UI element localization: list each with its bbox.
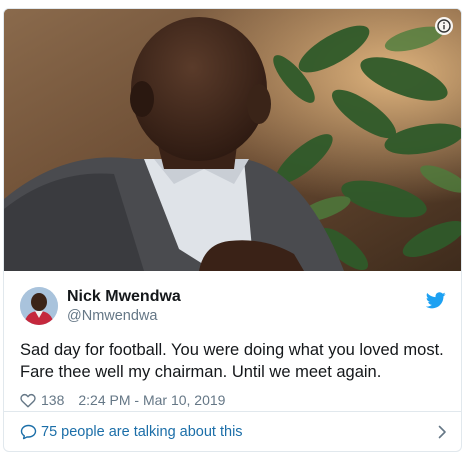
embedded-tweet-card: Nick Mwendwa @Nmwendwa Sad day for footb… [3, 8, 462, 452]
chevron-right-icon[interactable] [437, 425, 447, 439]
twitter-bird-icon[interactable] [426, 292, 446, 309]
tweet-timestamp[interactable]: 2:24 PM - Mar 10, 2019 [78, 392, 225, 408]
author-display-name[interactable]: Nick Mwendwa [67, 288, 181, 306]
talking-about-link[interactable]: 75 people are talking about this [4, 412, 461, 451]
info-icon[interactable] [435, 17, 453, 35]
like-count[interactable]: 138 [41, 392, 64, 408]
tweet-photo[interactable] [4, 9, 461, 271]
tweet-author: Nick Mwendwa @Nmwendwa [20, 287, 450, 327]
talking-about-text[interactable]: 75 people are talking about this [41, 424, 243, 440]
author-handle[interactable]: @Nmwendwa [67, 308, 157, 324]
avatar[interactable] [20, 287, 58, 325]
tweet-meta: 138 2:24 PM - Mar 10, 2019 [20, 390, 225, 410]
tweet-text: Sad day for football. You were doing wha… [20, 341, 444, 381]
speech-bubble-icon [20, 424, 37, 440]
man-portrait-image [4, 9, 461, 271]
heart-icon[interactable] [20, 393, 36, 408]
